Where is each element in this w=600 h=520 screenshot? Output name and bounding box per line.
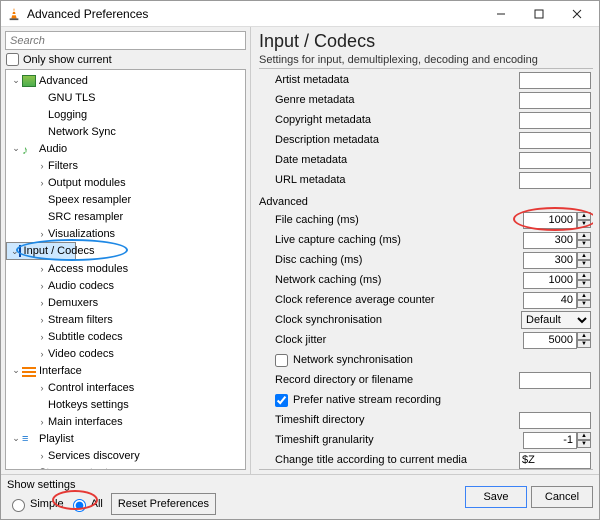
- label-live-caching: Live capture caching (ms): [275, 234, 523, 246]
- label-timeshift-gran: Timeshift granularity: [275, 434, 523, 446]
- label-artist: Artist metadata: [275, 74, 519, 86]
- label-clock-avg: Clock reference average counter: [275, 294, 523, 306]
- right-panel: Input / Codecs Settings for input, demul…: [251, 27, 599, 474]
- tree-audio[interactable]: ⌄Audio: [6, 140, 245, 157]
- input-genre[interactable]: [519, 92, 591, 109]
- settings-form[interactable]: Artist metadata Genre metadata Copyright…: [259, 68, 593, 470]
- prefs-tree[interactable]: ⌄Advanced ›GNU TLS ›Logging ›Network Syn…: [5, 69, 246, 470]
- tree-network-sync[interactable]: ›Network Sync: [6, 123, 245, 140]
- label-genre: Genre metadata: [275, 94, 519, 106]
- input-record-dir[interactable]: [519, 372, 591, 389]
- tree-audio-codecs[interactable]: ›Audio codecs: [6, 277, 245, 294]
- settings-icon: [22, 75, 36, 87]
- label-date: Date metadata: [275, 154, 519, 166]
- maximize-button[interactable]: [523, 1, 561, 26]
- only-show-current-checkbox[interactable]: [6, 53, 19, 66]
- tree-output-modules[interactable]: ›Output modules: [6, 174, 245, 191]
- tree-src[interactable]: ›SRC resampler: [6, 208, 245, 225]
- label-copyright: Copyright metadata: [275, 114, 519, 126]
- spin-clock-jitter[interactable]: ▲▼: [523, 332, 591, 349]
- spin-disc-caching[interactable]: ▲▼: [523, 252, 591, 269]
- page-subtitle: Settings for input, demultiplexing, deco…: [259, 54, 593, 66]
- page-title: Input / Codecs: [259, 31, 593, 52]
- tree-video-codecs[interactable]: ›Video codecs: [6, 345, 245, 362]
- stream-output-icon: [22, 467, 36, 471]
- tree-playlist[interactable]: ⌄Playlist: [6, 430, 245, 447]
- tree-input-codecs[interactable]: ⌄Input / Codecs: [6, 242, 76, 260]
- tree-stream-filters[interactable]: ›Stream filters: [6, 311, 245, 328]
- search-input[interactable]: [5, 31, 246, 50]
- tree-advanced[interactable]: ⌄Advanced: [6, 72, 245, 89]
- window-title: Advanced Preferences: [27, 7, 485, 21]
- input-codecs-icon: [19, 245, 21, 257]
- label-network-sync: Network synchronisation: [293, 354, 591, 366]
- label-network-caching: Network caching (ms): [275, 274, 523, 286]
- tree-demuxers[interactable]: ›Demuxers: [6, 294, 245, 311]
- section-advanced: Advanced: [259, 196, 591, 208]
- label-description: Description metadata: [275, 134, 519, 146]
- tree-services-discovery[interactable]: ›Services discovery: [6, 447, 245, 464]
- spin-live-caching[interactable]: ▲▼: [523, 232, 591, 249]
- close-button[interactable]: [561, 1, 599, 26]
- input-change-title[interactable]: [519, 452, 591, 469]
- tree-interface[interactable]: ⌄Interface: [6, 362, 245, 379]
- spin-file-caching[interactable]: ▲▼: [523, 212, 591, 229]
- label-timeshift-dir: Timeshift directory: [275, 414, 519, 426]
- reset-preferences-button[interactable]: Reset Preferences: [111, 493, 216, 515]
- show-settings-label: Show settings: [7, 479, 461, 491]
- tree-gnutls[interactable]: ›GNU TLS: [6, 89, 245, 106]
- titlebar: Advanced Preferences: [1, 1, 599, 27]
- minimize-button[interactable]: [485, 1, 523, 26]
- label-prefer-native: Prefer native stream recording: [293, 394, 591, 406]
- input-copyright[interactable]: [519, 112, 591, 129]
- audio-icon: [22, 143, 36, 155]
- label-file-caching: File caching (ms): [275, 214, 523, 226]
- left-panel: Only show current ⌄Advanced ›GNU TLS ›Lo…: [1, 27, 251, 474]
- tree-logging[interactable]: ›Logging: [6, 106, 245, 123]
- save-button[interactable]: Save: [465, 486, 527, 508]
- tree-speex[interactable]: ›Speex resampler: [6, 191, 245, 208]
- tree-filters[interactable]: ›Filters: [6, 157, 245, 174]
- label-change-title: Change title according to current media: [275, 454, 519, 466]
- checkbox-prefer-native[interactable]: [275, 394, 288, 407]
- input-date[interactable]: [519, 152, 591, 169]
- input-file-caching[interactable]: [523, 212, 577, 229]
- label-clock-jitter: Clock jitter: [275, 334, 523, 346]
- checkbox-network-sync[interactable]: [275, 354, 288, 367]
- vlc-cone-icon: [7, 7, 21, 21]
- tree-control-interfaces[interactable]: ›Control interfaces: [6, 379, 245, 396]
- cancel-button[interactable]: Cancel: [531, 486, 593, 508]
- footer: Show settings Simple All Reset Preferenc…: [1, 474, 599, 519]
- tree-access-modules[interactable]: ›Access modules: [6, 260, 245, 277]
- spin-up-icon[interactable]: ▲: [577, 212, 591, 220]
- select-clock-sync[interactable]: Default: [521, 311, 591, 329]
- tree-hotkeys[interactable]: ›Hotkeys settings: [6, 396, 245, 413]
- input-timeshift-dir[interactable]: [519, 412, 591, 429]
- advanced-preferences-window: Advanced Preferences Only show current ⌄…: [0, 0, 600, 520]
- tree-stream-output[interactable]: ⌄Stream output: [6, 464, 245, 470]
- label-url: URL metadata: [275, 174, 519, 186]
- label-clock-sync: Clock synchronisation: [275, 314, 521, 326]
- spin-network-caching[interactable]: ▲▼: [523, 272, 591, 289]
- input-artist[interactable]: [519, 72, 591, 89]
- label-record-dir: Record directory or filename: [275, 374, 519, 386]
- spin-clock-avg[interactable]: ▲▼: [523, 292, 591, 309]
- spin-timeshift-gran[interactable]: ▲▼: [523, 432, 591, 449]
- radio-simple[interactable]: Simple: [7, 496, 64, 512]
- interface-icon: [22, 365, 36, 377]
- radio-all[interactable]: All: [68, 496, 103, 512]
- label-disc-caching: Disc caching (ms): [275, 254, 523, 266]
- tree-subtitle-codecs[interactable]: ›Subtitle codecs: [6, 328, 245, 345]
- input-url[interactable]: [519, 172, 591, 189]
- only-show-current[interactable]: Only show current: [5, 53, 246, 66]
- playlist-icon: [22, 433, 36, 445]
- tree-visualizations[interactable]: ›Visualizations: [6, 225, 245, 242]
- input-description[interactable]: [519, 132, 591, 149]
- tree-main-interfaces[interactable]: ›Main interfaces: [6, 413, 245, 430]
- spin-down-icon[interactable]: ▼: [577, 220, 591, 228]
